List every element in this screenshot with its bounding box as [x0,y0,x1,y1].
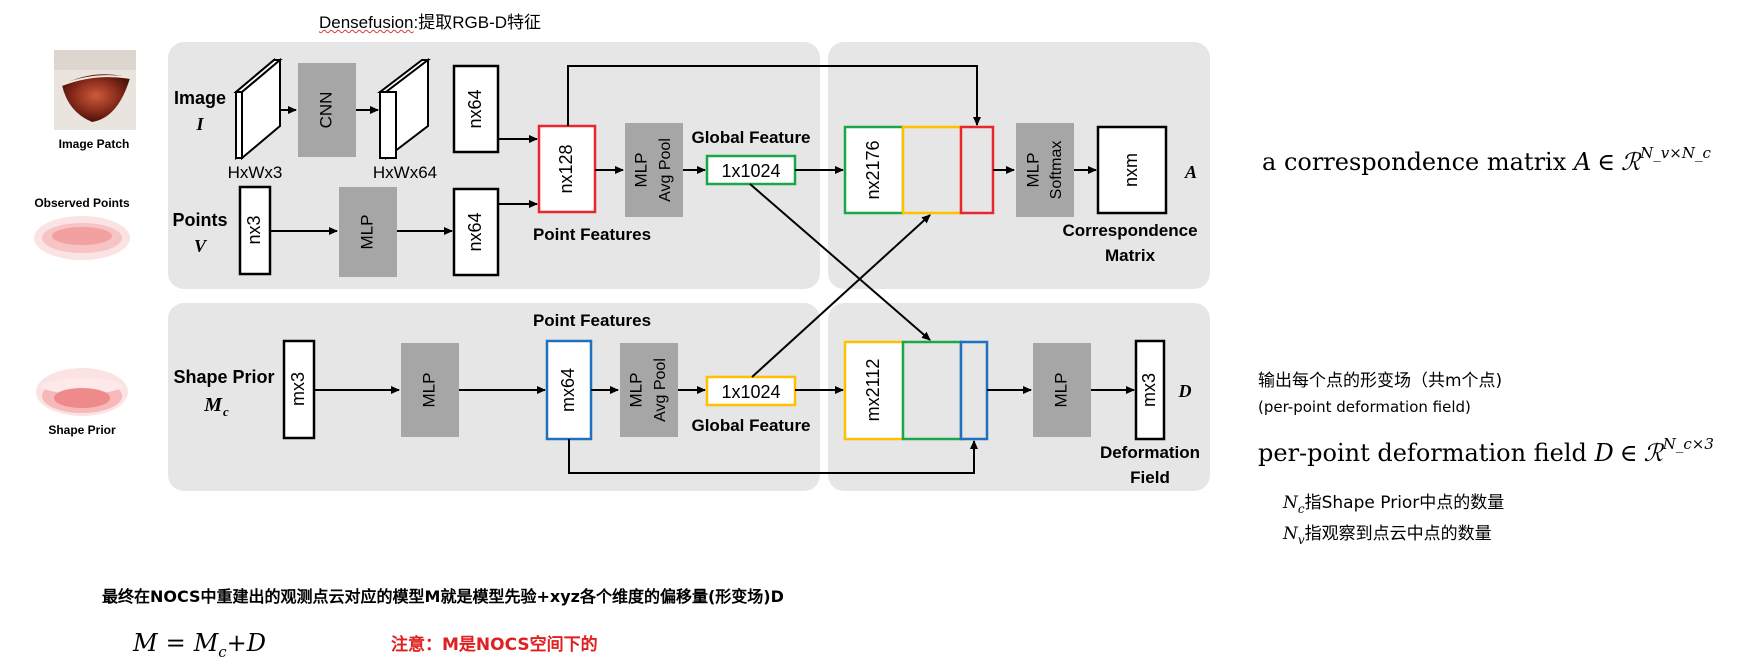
output-a-symbol: A [1184,162,1197,182]
top-title-prefix: Densefusion [319,13,414,32]
concat-yellow-segment [901,125,963,215]
nx128-label: nx128 [556,144,576,193]
mx3-out-label: mx3 [1139,373,1159,407]
bottom-explanation: 最终在NOCS中重建出的观测点云对应的模型M就是模型先验+xyz各个维度的偏移量… [102,587,784,606]
observed-points-label: Observed Points [34,196,130,210]
points-label: Points [172,210,227,230]
red-note: 注意：M是NOCS空间下的 [391,634,598,655]
mlp-softmax-mlp-label: MLP [1023,153,1042,188]
cn-output-note: 输出每个点的形变场（共m个点) [1258,371,1502,391]
gf-top-value: 1x1024 [721,161,780,181]
hxwx3-label: HxWx3 [228,163,283,182]
image-symbol: I [195,114,204,134]
nx3-label: nx3 [244,215,264,244]
shape-prior-symbol: M [203,394,223,416]
concat-red-segment [959,125,995,215]
shape-prior-subscript: c [223,404,229,419]
deformation-label-line2: Field [1130,468,1170,487]
deformation-label-line1: Deformation [1100,443,1200,462]
mlp-bottom-label: MLP [626,373,645,408]
top-title-suffix: :提取RGB-D特征 [413,13,542,32]
deformation-formula: per-point deformation field D ∈ ℛN_c×3 [1258,435,1714,467]
point-features-top-label: Point Features [533,225,651,244]
mx3-label: mx3 [288,372,308,406]
output-d-symbol: D [1178,381,1192,401]
reconstruction-formula: M = Mc+D [132,629,266,661]
nv-description: Nv指观察到点云中点的数量 [1282,524,1492,547]
correspondence-formula: a correspondence matrix A ∈ ℛN_v×N_c [1262,144,1711,176]
points-symbol: V [194,236,208,256]
mlp-top-label: MLP [631,153,650,188]
image-label: Image [174,88,226,108]
correspondence-label-line2: Matrix [1105,246,1156,265]
nxm-label: nxm [1121,153,1141,187]
mx64-label: mx64 [558,368,578,412]
mx2112-label: mx2112 [863,359,883,422]
shape-prior-label: Shape Prior [173,367,274,387]
image-patch-thumbnail [54,50,136,130]
concat-blue-segment [959,340,989,441]
nx64-top-label: nx64 [465,89,485,128]
network-diagram: Image Patch Observed Points Shape Prior … [34,42,1714,661]
observed-points-cloud [34,216,130,260]
shape-prior-cloud [36,368,128,416]
per-point-en-note: (per-point deformation field) [1258,398,1471,416]
mlp-points-label: MLP [357,215,376,250]
mlp-prior-label: MLP [419,373,438,408]
nx2176-label: nx2176 [863,140,883,199]
global-feature-top-label: Global Feature [691,128,810,147]
image-patch-label: Image Patch [59,137,130,151]
global-feature-bottom-label: Global Feature [691,416,810,435]
softmax-label: Softmax [1048,141,1065,200]
point-features-bottom-label: Point Features [533,311,651,330]
concat-green-segment [901,340,963,441]
correspondence-label-line1: Correspondence [1062,221,1197,240]
cnn-label: CNN [316,92,335,129]
nx64-bottom-label: nx64 [465,212,485,251]
top-title: Densefusion:提取RGB-D特征 [319,8,541,33]
avgpool-bottom-label: Avg Pool [652,358,669,422]
nc-description: Nc指Shape Prior中点的数量 [1282,493,1504,516]
gf-bottom-value: 1x1024 [721,382,780,402]
shape-prior-input-label: Shape Prior [48,423,116,437]
avgpool-top-label: Avg Pool [657,138,674,202]
hxwx64-label: HxWx64 [373,163,437,182]
mlp-deform-label: MLP [1051,373,1070,408]
